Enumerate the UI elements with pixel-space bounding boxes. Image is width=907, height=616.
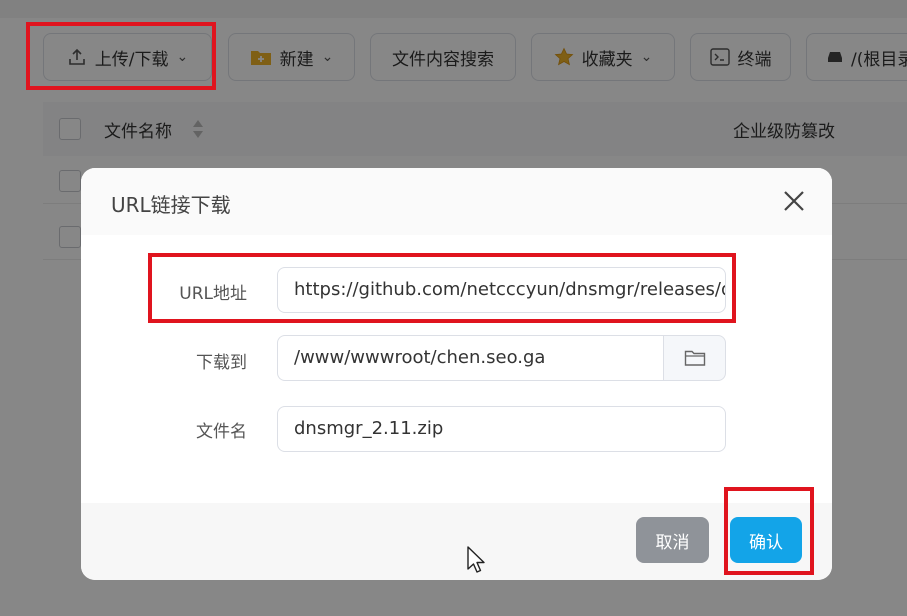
dialog-header: URL链接下载 [81,168,832,235]
browse-folder-button[interactable] [663,335,726,381]
filename-input[interactable]: dnsmgr_2.11.zip [277,406,726,452]
cancel-button[interactable]: 取消 [636,517,709,563]
url-input[interactable]: https://github.com/netcccyun/dnsmgr/rele… [277,267,726,313]
close-icon[interactable] [781,188,807,214]
url-label: URL地址 [179,284,247,304]
folder-icon [684,350,705,366]
download-to-label: 下载到 [196,353,247,373]
filename-label: 文件名 [196,422,247,442]
download-to-input[interactable]: /www/wwwroot/chen.seo.ga [277,335,665,381]
confirm-button[interactable]: 确认 [730,517,802,563]
dialog-footer [81,503,832,580]
url-download-dialog: URL链接下载 URL地址 https://github.com/netcccy… [81,168,832,580]
cursor-icon [467,546,485,573]
dialog-title: URL链接下载 [111,193,231,217]
